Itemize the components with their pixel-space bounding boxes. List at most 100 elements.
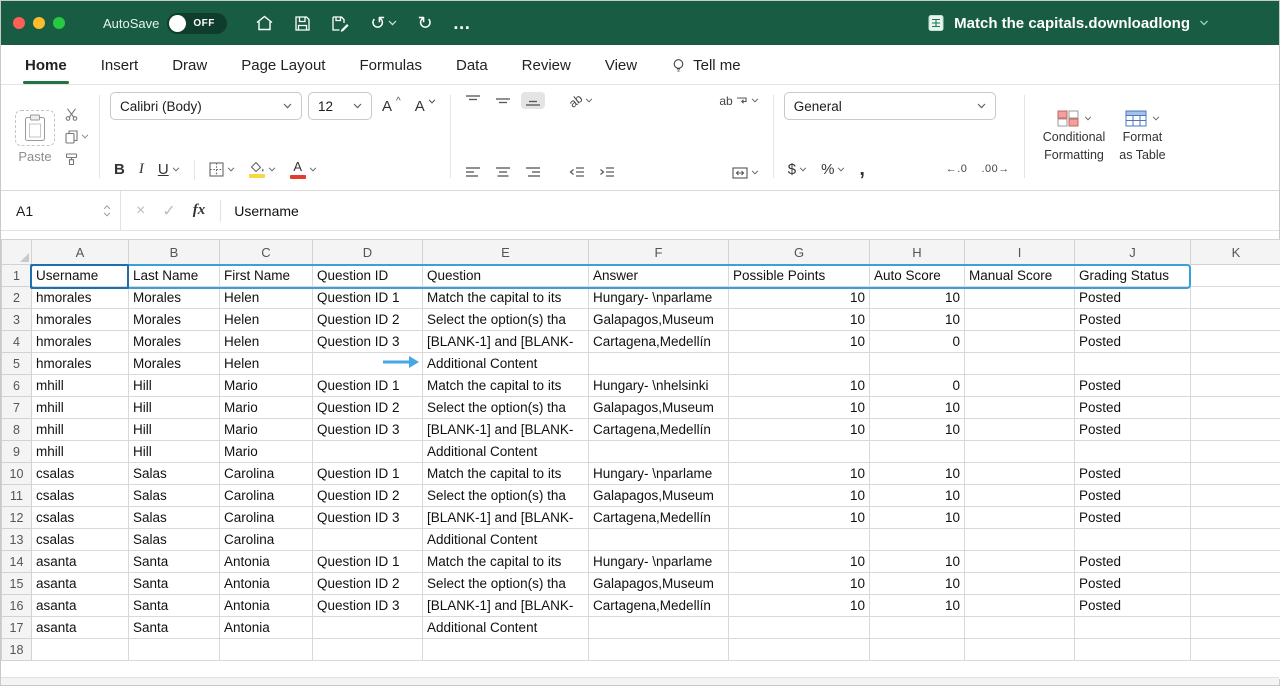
column-header[interactable]: D [313, 240, 423, 265]
tab-review[interactable]: Review [522, 57, 571, 84]
cell[interactable]: Posted [1075, 507, 1191, 529]
copy-button[interactable] [65, 130, 89, 144]
cell[interactable]: First Name [220, 265, 313, 287]
cell[interactable] [313, 639, 423, 661]
row-header[interactable]: 18 [2, 639, 32, 661]
cell[interactable]: Manual Score [965, 265, 1075, 287]
cell[interactable] [729, 529, 870, 551]
cell[interactable]: Additional Content [423, 353, 589, 375]
cell[interactable]: Carolina [220, 463, 313, 485]
comma-format-button[interactable]: , [855, 157, 869, 181]
cell[interactable]: [BLANK-1] and [BLANK- [423, 595, 589, 617]
number-format-select[interactable]: General [784, 92, 996, 120]
cell[interactable]: [BLANK-1] and [BLANK- [423, 507, 589, 529]
cell[interactable]: 10 [729, 331, 870, 353]
cell[interactable] [965, 529, 1075, 551]
cell[interactable]: Posted [1075, 309, 1191, 331]
cell[interactable]: csalas [32, 529, 129, 551]
cell[interactable]: Carolina [220, 485, 313, 507]
cell[interactable]: Question [423, 265, 589, 287]
cell[interactable]: 10 [870, 287, 965, 309]
cell[interactable]: Carolina [220, 507, 313, 529]
cell[interactable]: Question ID 1 [313, 287, 423, 309]
cell[interactable] [729, 617, 870, 639]
cell[interactable] [1191, 463, 1280, 485]
row-header[interactable]: 13 [2, 529, 32, 551]
cell[interactable]: Cartagena,Medellín [589, 331, 729, 353]
wrap-text-button[interactable]: ab [715, 93, 762, 109]
row-header[interactable]: 11 [2, 485, 32, 507]
cell[interactable]: Select the option(s) tha [423, 309, 589, 331]
cell[interactable]: Match the capital to its [423, 375, 589, 397]
cell[interactable]: Auto Score [870, 265, 965, 287]
percent-format-button[interactable]: % [817, 160, 849, 179]
tab-insert[interactable]: Insert [101, 57, 139, 84]
currency-format-button[interactable]: $ [784, 160, 811, 179]
cell[interactable]: Last Name [129, 265, 220, 287]
cell[interactable]: [BLANK-1] and [BLANK- [423, 331, 589, 353]
cell[interactable]: Possible Points [729, 265, 870, 287]
cell[interactable] [870, 441, 965, 463]
cell[interactable] [1191, 309, 1280, 331]
blue-arrow-shape[interactable] [313, 353, 423, 375]
cell[interactable]: mhill [32, 375, 129, 397]
increase-indent-button[interactable] [595, 164, 619, 181]
cell[interactable]: Question ID 2 [313, 397, 423, 419]
cell[interactable] [220, 639, 313, 661]
cell[interactable]: csalas [32, 463, 129, 485]
cell[interactable]: Posted [1075, 287, 1191, 309]
format-as-table-button[interactable]: Format as Table [1119, 110, 1165, 163]
cell[interactable] [965, 309, 1075, 331]
cell[interactable] [965, 331, 1075, 353]
cell[interactable]: Galapagos,Museum [589, 573, 729, 595]
cell[interactable]: 10 [870, 463, 965, 485]
column-header[interactable]: K [1191, 240, 1280, 265]
cell[interactable]: Helen [220, 331, 313, 353]
merge-center-button[interactable] [728, 165, 763, 181]
cell[interactable]: hmorales [32, 309, 129, 331]
cell[interactable]: 10 [729, 485, 870, 507]
cell[interactable]: Hill [129, 441, 220, 463]
cell[interactable]: Hill [129, 375, 220, 397]
cut-button[interactable] [65, 108, 89, 121]
cell[interactable]: Question ID 1 [313, 463, 423, 485]
align-right-button[interactable] [521, 164, 545, 181]
insert-function-button[interactable]: fx [193, 202, 206, 219]
formula-input[interactable]: Username [221, 203, 299, 219]
cell[interactable] [965, 507, 1075, 529]
cell[interactable] [1191, 353, 1280, 375]
cell[interactable]: Hungary- \nparlame [589, 287, 729, 309]
cell[interactable]: 10 [870, 397, 965, 419]
cell[interactable]: Helen [220, 287, 313, 309]
cell[interactable]: [BLANK-1] and [BLANK- [423, 419, 589, 441]
cell[interactable]: 10 [729, 397, 870, 419]
cell[interactable]: 10 [870, 485, 965, 507]
cell[interactable] [965, 573, 1075, 595]
cell[interactable] [1075, 639, 1191, 661]
cell[interactable]: Cartagena,Medellín [589, 507, 729, 529]
decrease-font-size-button[interactable]: A [411, 97, 440, 116]
cell[interactable] [589, 529, 729, 551]
cell[interactable]: Posted [1075, 551, 1191, 573]
row-header[interactable]: 7 [2, 397, 32, 419]
row-header[interactable]: 5 [2, 353, 32, 375]
cell[interactable]: Match the capital to its [423, 551, 589, 573]
cell[interactable] [965, 397, 1075, 419]
cell[interactable] [1191, 441, 1280, 463]
row-header[interactable]: 16 [2, 595, 32, 617]
font-name-select[interactable]: Calibri (Body) [110, 92, 302, 120]
cell[interactable]: 0 [870, 375, 965, 397]
cell[interactable]: asanta [32, 595, 129, 617]
cell[interactable] [1191, 397, 1280, 419]
cell[interactable]: Salas [129, 507, 220, 529]
select-all-corner[interactable] [2, 240, 32, 265]
increase-decimal-button[interactable]: ←.0 [942, 162, 972, 177]
underline-button[interactable]: U [154, 160, 184, 179]
cell[interactable]: 10 [729, 375, 870, 397]
row-header[interactable]: 10 [2, 463, 32, 485]
row-header[interactable]: 1 [2, 265, 32, 287]
cell[interactable] [965, 485, 1075, 507]
cell[interactable]: Select the option(s) tha [423, 397, 589, 419]
row-header[interactable]: 15 [2, 573, 32, 595]
cell[interactable] [870, 529, 965, 551]
